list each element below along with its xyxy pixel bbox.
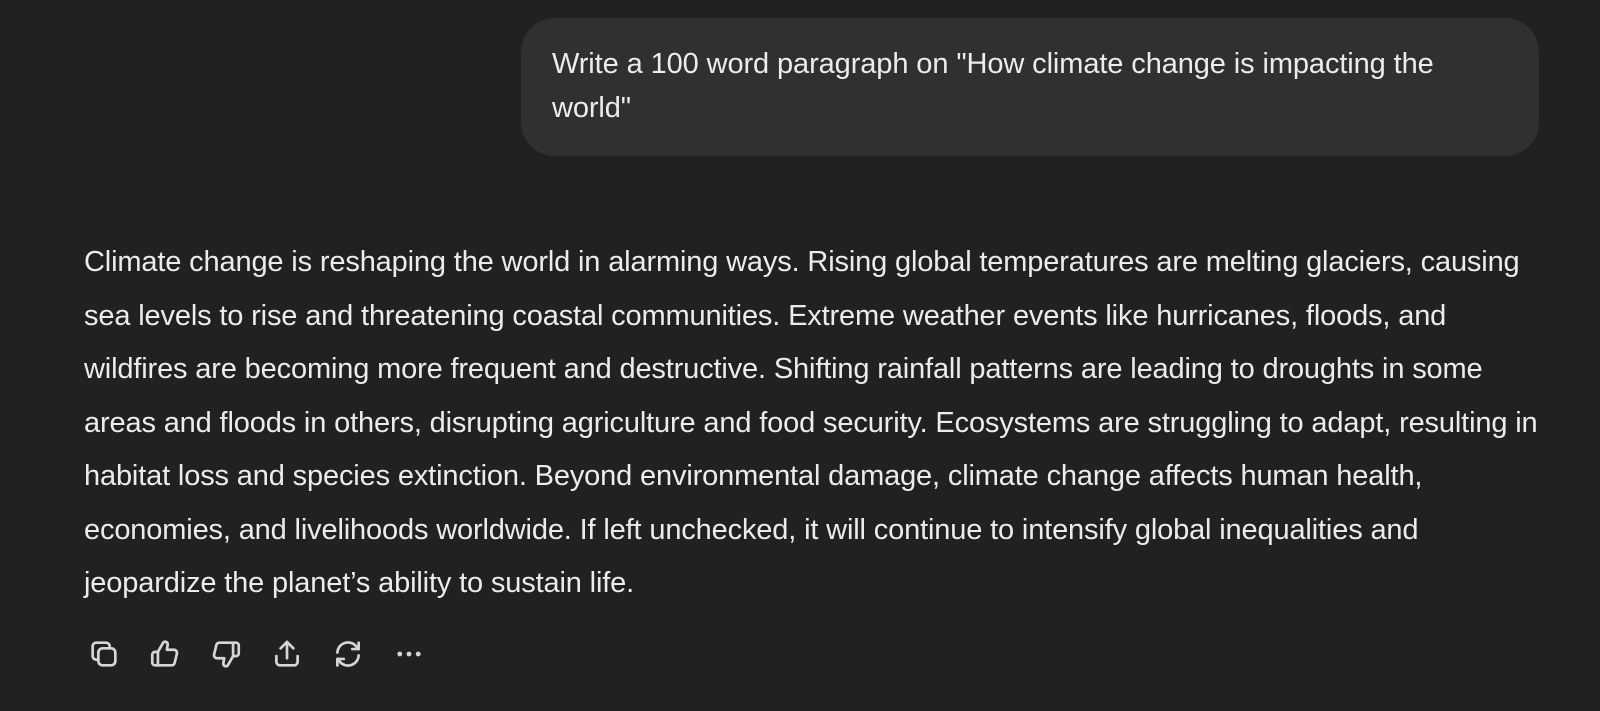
share-button[interactable] <box>267 634 307 674</box>
share-icon <box>275 640 299 667</box>
assistant-message: Climate change is reshaping the world in… <box>84 236 1544 611</box>
user-message-bubble: Write a 100 word paragraph on "How clima… <box>521 18 1539 156</box>
thumbs-down-icon <box>212 641 241 668</box>
more-options-button[interactable] <box>389 634 429 674</box>
more-icon <box>397 651 421 657</box>
thumbs-up-button[interactable] <box>145 634 185 674</box>
regenerate-button[interactable] <box>328 634 368 674</box>
user-message-text: Write a 100 word paragraph on "How clima… <box>552 48 1434 124</box>
thumbs-up-icon <box>150 640 179 667</box>
regenerate-icon <box>336 641 360 667</box>
copy-button[interactable] <box>84 634 124 674</box>
message-action-bar <box>84 634 450 674</box>
copy-icon <box>91 641 117 667</box>
assistant-message-text: Climate change is reshaping the world in… <box>84 246 1538 599</box>
thumbs-down-button[interactable] <box>206 634 246 674</box>
